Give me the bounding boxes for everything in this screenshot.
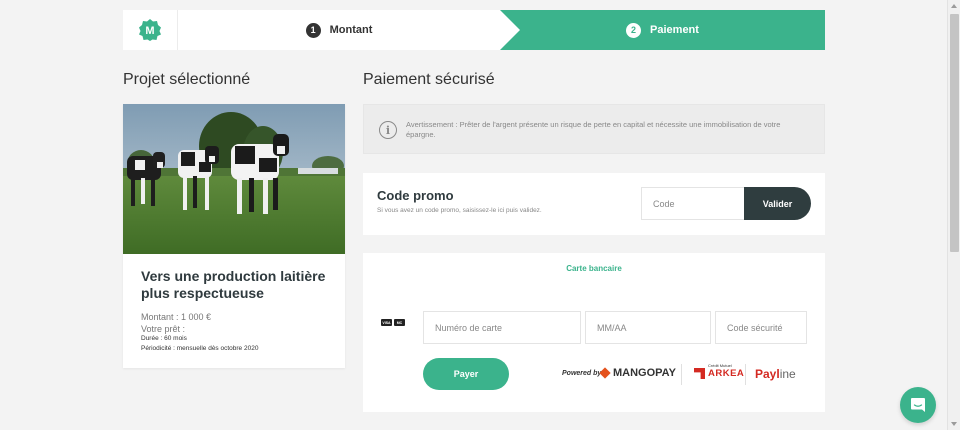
page-scrollbar[interactable] [947,0,960,430]
promo-code-input[interactable]: Code [641,187,745,220]
arkea-logo: Crédit Mutuel ARKEA [694,363,744,379]
promo-hint: Si vous avez un code promo, saisissez-le… [377,207,542,214]
step-number: 2 [626,22,642,38]
divider [745,364,746,385]
selected-project-heading: Projet sélectionné [123,71,251,88]
checkout-stepper: M 1 Montant 2 Paiement [123,10,825,50]
divider [681,364,682,385]
card-brand-logos: VISA MC [381,319,405,326]
step-label: Paiement [650,24,699,36]
expiry-placeholder: MM/AA [597,322,627,333]
mastercard-icon: MC [394,319,405,326]
arkea-text: ARKEA [708,368,745,379]
promo-placeholder: Code [653,198,675,209]
company-logo-icon: M [139,19,161,41]
payline-text-end: ine [779,367,796,381]
validate-promo-button[interactable]: Valider [744,187,811,220]
mangopay-logo: MANGOPAY [599,367,676,379]
step-number: 1 [305,22,321,38]
logo-letter: M [145,25,154,37]
payline-logo: Payline [755,367,796,381]
loan-periodicity: Périodicité : mensuelle dès octobre 2020 [141,345,259,352]
card-number-input[interactable]: Numéro de carte [423,311,581,344]
company-logo[interactable]: M [123,10,178,50]
project-title: Vers une production laitière plus respec… [141,268,326,301]
mangopay-icon [599,367,611,379]
mangopay-text: MANGOPAY [613,367,676,379]
security-code-input[interactable]: Code sécurité [715,311,807,344]
risk-warning: i Avertissement : Prêter de l'argent pré… [363,104,825,154]
chat-button[interactable] [900,387,936,423]
loan-duration: Durée : 60 mois [141,335,187,342]
scrollbar-thumb[interactable] [950,14,959,252]
project-amount: Montant : 1 000 € [141,312,212,322]
arkea-icon [694,368,705,379]
promo-title: Code promo [377,188,454,203]
pay-button[interactable]: Payer [423,358,509,390]
chat-icon [911,398,925,412]
scroll-down-arrow-icon[interactable] [951,422,957,426]
powered-by-label: Powered by [562,370,602,377]
loan-label: Votre prêt : [141,324,186,334]
security-code-placeholder: Code sécurité [727,322,783,333]
step-paiement: 2 Paiement [500,10,825,50]
warning-text: Avertissement : Prêter de l'argent prése… [406,120,781,139]
card-number-placeholder: Numéro de carte [435,322,503,333]
tab-card[interactable]: Carte bancaire [363,264,825,273]
promo-code-section: Code promo Si vous avez un code promo, s… [363,173,825,235]
step-montant[interactable]: 1 Montant [178,10,500,50]
project-card: Vers une production laitière plus respec… [123,104,345,368]
info-icon: i [379,121,397,139]
expiry-input[interactable]: MM/AA [585,311,711,344]
cows-in-pasture-photo [123,104,345,254]
step-label: Montant [329,24,373,36]
secure-payment-heading: Paiement sécurisé [363,71,495,88]
visa-icon: VISA [381,319,392,326]
payline-text-start: Payl [755,367,780,381]
card-payment-section: Carte bancaire VISA MC Numéro de carte M… [363,253,825,412]
scroll-up-arrow-icon[interactable] [951,4,957,8]
